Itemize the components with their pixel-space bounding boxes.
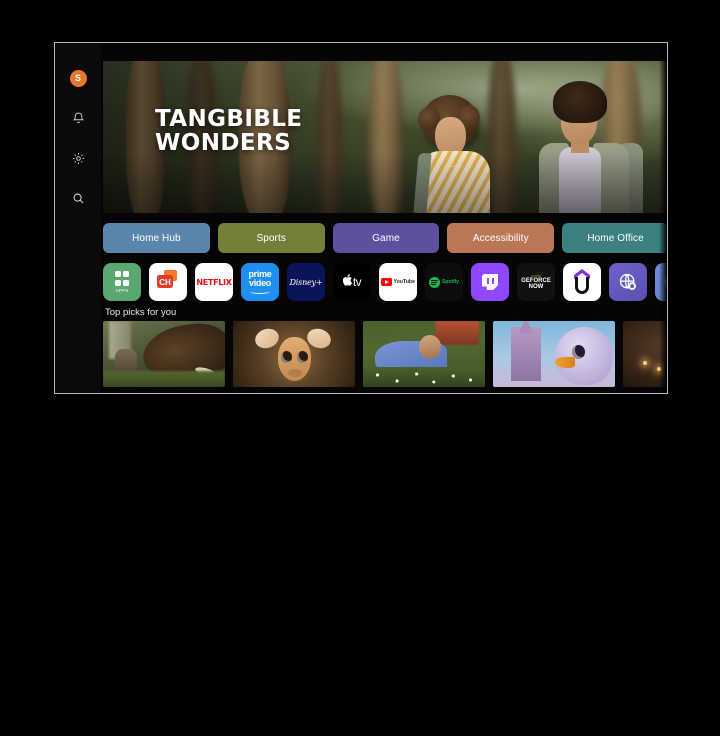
category-home-office[interactable]: Home Office: [562, 223, 667, 253]
search-icon: [72, 192, 85, 205]
disney-logo: Disney+: [289, 277, 323, 287]
category-label: Sports: [256, 232, 286, 244]
youtube-play-icon: [381, 278, 393, 286]
avatar: S: [69, 69, 87, 87]
prime-label-2: video: [248, 277, 271, 288]
app-tile-netflix[interactable]: NETFLIX: [195, 263, 233, 301]
apps-grid-icon: [114, 271, 130, 286]
notifications-button[interactable]: [65, 105, 91, 131]
app-tile-prime-video[interactable]: prime video: [241, 263, 279, 301]
app-tile-u-app[interactable]: [563, 263, 601, 301]
sidebar: S: [55, 43, 101, 393]
category-label: Accessibility: [472, 232, 529, 244]
search-button[interactable]: [65, 185, 91, 211]
svg-text:CH: CH: [159, 278, 171, 287]
top-picks-title: Top picks for you: [105, 307, 177, 318]
app-tile-geforce-now[interactable]: nvidia GEFORCE NOW: [517, 263, 555, 301]
twitch-icon: [482, 274, 498, 290]
category-label: Home Hub: [132, 232, 181, 244]
category-home-hub[interactable]: Home Hub: [103, 223, 210, 253]
hero-title: TANGBIBLE WONDERS: [155, 106, 303, 156]
app-tile-gallery[interactable]: [609, 263, 647, 301]
app-tile-spotify[interactable]: Spotify: [425, 263, 463, 301]
category-sports[interactable]: Sports: [217, 223, 325, 253]
spotify-label: Spotify: [442, 279, 459, 285]
youtube-label: YouTube: [393, 279, 415, 285]
channels-icon: CH: [155, 268, 181, 297]
pick-picnic[interactable]: [363, 321, 485, 387]
geforce-now-label: NOW: [528, 284, 544, 290]
app-tile-youtube[interactable]: YouTube: [379, 263, 417, 301]
app-tile-smartthings[interactable]: [655, 263, 667, 301]
apps-label: APPS: [115, 287, 129, 293]
category-accessibility[interactable]: Accessibility: [447, 223, 555, 253]
category-button-row: Home Hub Sports Game Accessibility Home …: [103, 223, 667, 253]
app-tile-disney-plus[interactable]: Disney+: [287, 263, 325, 301]
netflix-logo: NETFLIX: [196, 277, 232, 287]
pick-giraffe[interactable]: [233, 321, 355, 387]
category-label: Home Office: [587, 232, 644, 244]
tv-screen: S TANGBIBLE WONDERS Home Hub Sports Game…: [55, 43, 667, 393]
gear-icon: [72, 152, 85, 165]
app-tile-channels[interactable]: CH: [149, 263, 187, 301]
pick-bird[interactable]: [493, 321, 615, 387]
app-tile-twitch[interactable]: [471, 263, 509, 301]
u-logo-icon: [572, 269, 592, 295]
tv-frame: S TANGBIBLE WONDERS Home Hub Sports Game…: [54, 42, 668, 394]
pick-dragon[interactable]: [103, 321, 225, 387]
app-tile-apple-tv[interactable]: tv: [333, 263, 371, 301]
profile-avatar-button[interactable]: S: [65, 65, 91, 91]
app-icon-row: APPS CH NETFLIX prime video Disney+ tv Y…: [103, 263, 667, 301]
spotify-icon: [429, 276, 441, 288]
apple-logo-icon: [342, 273, 353, 291]
category-label: Game: [372, 232, 400, 244]
hero-banner[interactable]: TANGBIBLE WONDERS: [103, 61, 667, 213]
top-picks-row: [103, 321, 667, 387]
apple-tv-label: tv: [352, 275, 362, 289]
app-tile-apps[interactable]: APPS: [103, 263, 141, 301]
bell-icon: [72, 111, 85, 125]
settings-button[interactable]: [65, 145, 91, 171]
pick-drama[interactable]: [623, 321, 667, 387]
category-game[interactable]: Game: [332, 223, 440, 253]
globe-icon: [618, 272, 638, 292]
amazon-smile-icon: [250, 289, 270, 294]
smartthings-home-icon: [663, 271, 667, 293]
